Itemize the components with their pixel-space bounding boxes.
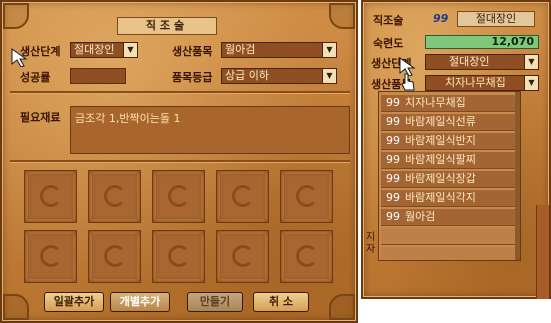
product-dropdown-list[interactable]: 99 치자나무채집 99 바람제일식선류 99 바람제일식반지 99 바람제일식팔찌 9…	[378, 91, 521, 261]
batch-add-button[interactable]: 일괄추가	[44, 292, 104, 312]
mouse-pointer-icon	[11, 48, 28, 67]
product-label: 생산품목	[172, 45, 213, 58]
side-rank-select-value: 절대장인	[449, 55, 490, 68]
corner-ornament	[3, 3, 29, 29]
list-item[interactable]: 99 월아검	[381, 209, 515, 226]
single-add-button[interactable]: 개별추가	[110, 292, 170, 312]
hand-pointer-icon	[401, 73, 415, 91]
rank-select-value: 절대장인	[74, 43, 115, 56]
corner-ornament	[329, 294, 355, 320]
slot-symbol-icon	[40, 245, 62, 267]
divider	[10, 91, 350, 93]
proficiency-bar: 12,070	[425, 35, 539, 49]
list-item[interactable]: 99 바람제일식선류	[381, 114, 515, 131]
skill-level: 99	[433, 12, 449, 25]
material-slot[interactable]	[152, 230, 205, 283]
cancel-button[interactable]: 취 소	[253, 292, 309, 312]
chevron-down-icon[interactable]: ▼	[123, 43, 137, 57]
chevron-down-icon[interactable]: ▼	[322, 69, 336, 83]
list-scrollbar[interactable]	[515, 92, 520, 260]
skill-rank-value: 절대장인	[475, 12, 517, 25]
list-item-empty	[381, 228, 515, 245]
side-product-select[interactable]: 치자나무채집 ▼	[425, 75, 539, 91]
materials-box: 금조각 1,반짝이는돌 1	[70, 106, 350, 154]
chevron-down-icon[interactable]: ▼	[524, 55, 538, 69]
corner-ornament	[329, 3, 355, 29]
slot-symbol-icon	[232, 185, 254, 207]
material-slot[interactable]	[88, 170, 141, 223]
proficiency-value: 12,070	[491, 35, 534, 48]
proficiency-label: 숙련도	[373, 37, 404, 50]
slot-symbol-icon	[296, 245, 318, 267]
side-product-select-value: 치자나무채집	[445, 76, 506, 89]
list-item-empty	[381, 247, 515, 260]
material-slot[interactable]	[216, 230, 269, 283]
grade-select[interactable]: 상급 이하 ▼	[221, 68, 337, 84]
material-slot[interactable]	[88, 230, 141, 283]
material-slot[interactable]	[216, 170, 269, 223]
slot-symbol-icon	[104, 245, 126, 267]
list-item[interactable]: 99 바람제일식각지	[381, 190, 515, 207]
material-slot[interactable]	[24, 230, 77, 283]
list-item[interactable]: 99 바람제일식반지	[381, 133, 515, 150]
list-item[interactable]: 99 바람제일식팔찌	[381, 152, 515, 169]
grade-select-value: 상급 이하	[225, 69, 269, 82]
slot-symbol-icon	[168, 185, 190, 207]
slot-symbol-icon	[40, 185, 62, 207]
material-slot[interactable]	[24, 170, 77, 223]
success-rate-field	[70, 68, 126, 84]
slot-symbol-icon	[232, 245, 254, 267]
side-title: 직조술	[373, 14, 404, 27]
materials-text: 금조각 1,반짝이는돌 1	[75, 112, 181, 125]
product-select[interactable]: 월아검 ▼	[221, 42, 337, 58]
panel-title: 직조술	[117, 17, 217, 35]
product-select-value: 월아검	[225, 43, 256, 56]
list-item[interactable]: 99 치자나무채집	[381, 95, 515, 112]
grade-label: 품목등급	[172, 71, 213, 84]
slot-symbol-icon	[104, 185, 126, 207]
side-rank-select[interactable]: 절대장인 ▼	[425, 54, 539, 70]
material-slot[interactable]	[280, 230, 333, 283]
list-item[interactable]: 99 바람제일식장갑	[381, 171, 515, 188]
slot-symbol-icon	[296, 185, 318, 207]
slot-symbol-icon	[168, 245, 190, 267]
materials-label: 필요재료	[20, 111, 61, 124]
material-slot[interactable]	[280, 170, 333, 223]
skill-rank: 절대장인	[457, 11, 535, 27]
crafting-panel: 직조술 생산단계 절대장인 ▼ 생산품목 월아검 ▼ 성공률 품목등급 상급 이…	[0, 0, 358, 323]
background-window-edge	[536, 205, 549, 299]
chevron-down-icon[interactable]: ▼	[322, 43, 336, 57]
success-rate-label: 성공률	[20, 71, 51, 84]
corner-ornament	[3, 294, 29, 320]
divider	[10, 160, 350, 162]
chevron-down-icon[interactable]: ▼	[524, 76, 538, 90]
background-window-text: 지자	[366, 232, 376, 255]
make-button[interactable]: 만들기	[187, 292, 243, 312]
rank-select[interactable]: 절대장인 ▼	[70, 42, 138, 58]
material-slot[interactable]	[152, 170, 205, 223]
